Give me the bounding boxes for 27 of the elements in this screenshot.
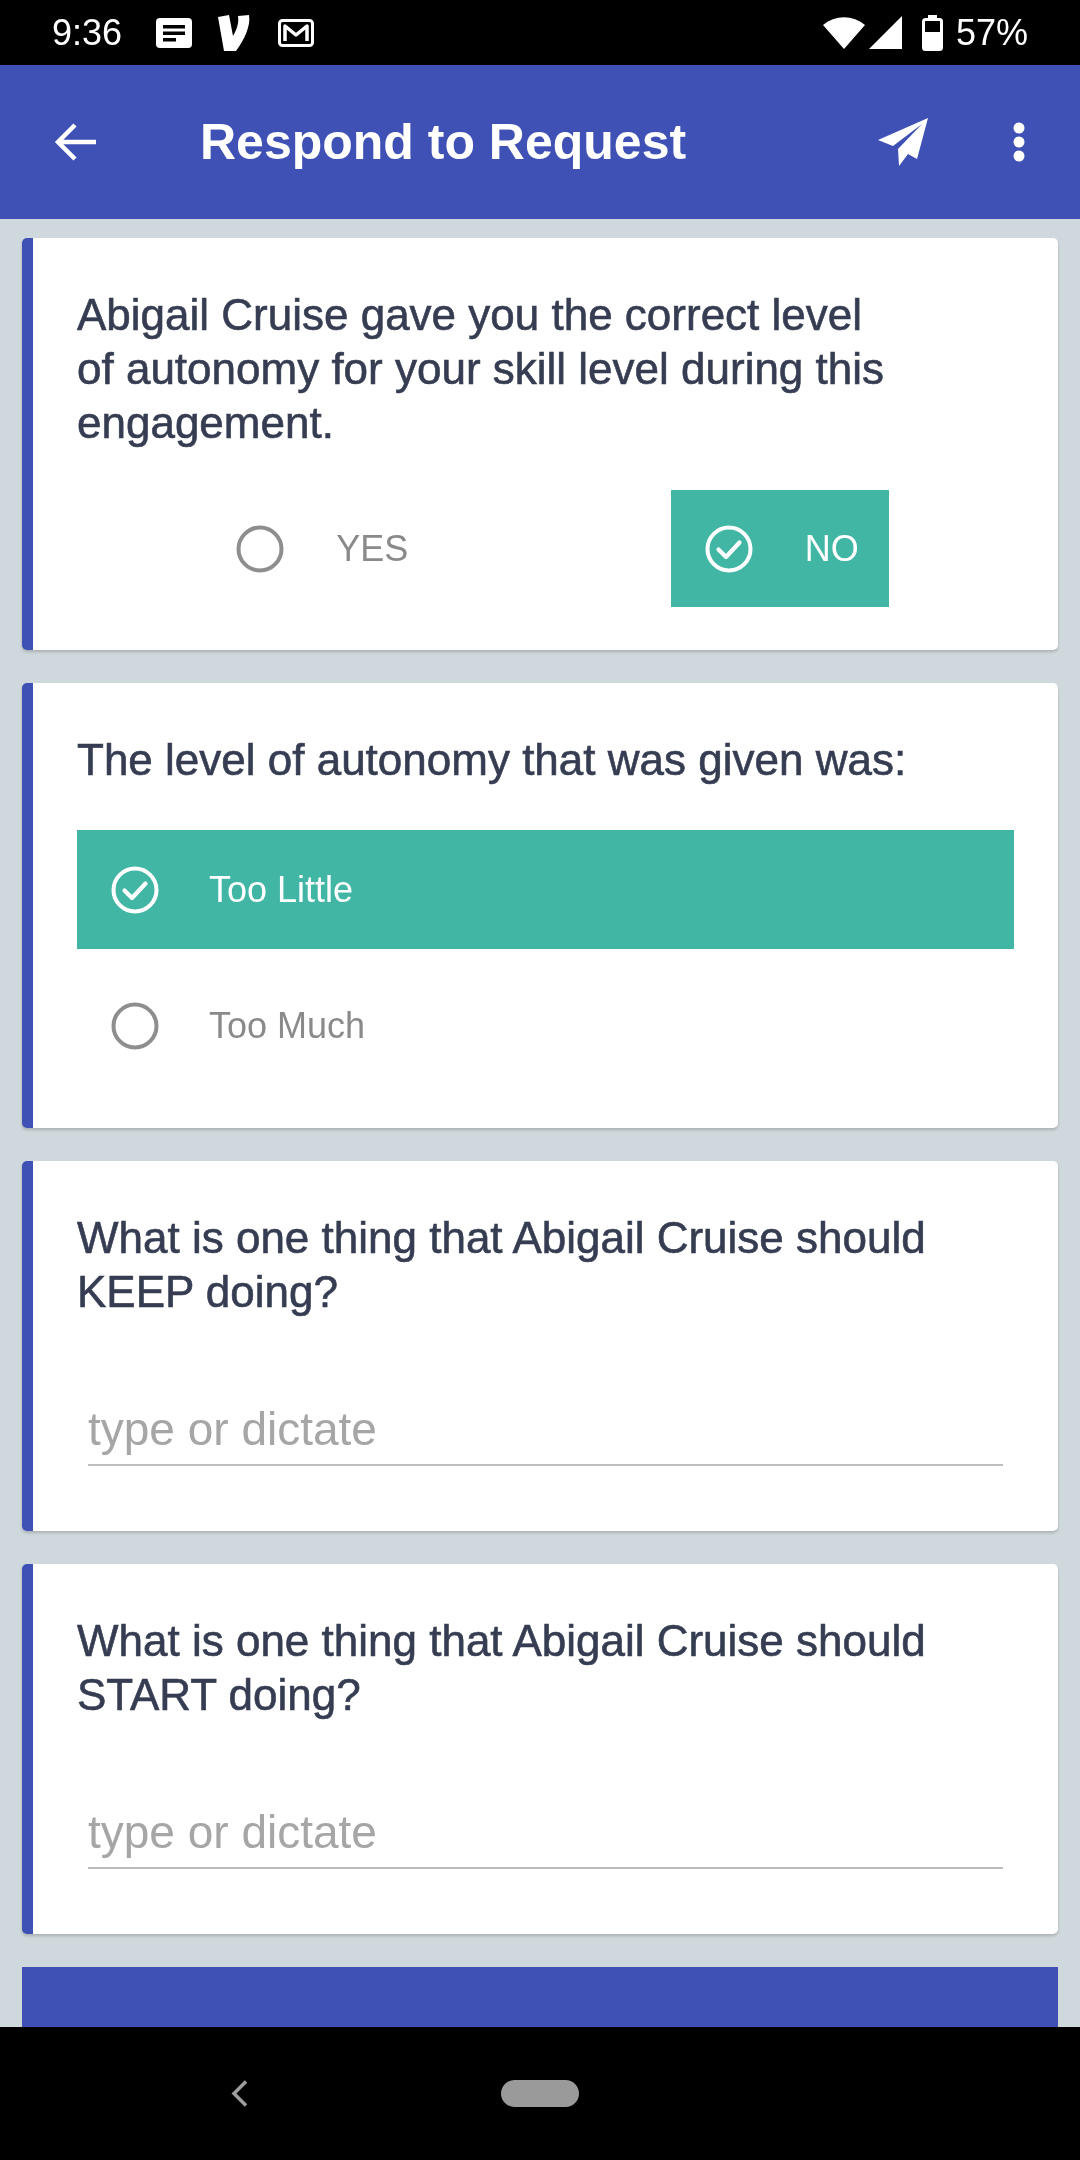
question-text: What is one thing that Abigail Cruise should KEEP doing?: [77, 1212, 927, 1318]
paper-plane-icon[interactable]: [878, 118, 928, 166]
question-text: What is one thing that Abigail Cruise should START doing?: [77, 1615, 927, 1721]
more-icon[interactable]: [1013, 122, 1025, 162]
answer-option[interactable]: YES: [202, 490, 421, 607]
question-text: Abigail Cruise gave you the correct level of autonomy for your skill level during this engagement.: [77, 289, 886, 449]
battery-percent: 57%: [955, 12, 1028, 53]
check-circle-icon: [704, 524, 753, 573]
nav-back-icon[interactable]: [231, 2080, 248, 2107]
mail-icon: [278, 18, 315, 47]
back-icon[interactable]: [54, 122, 98, 162]
radio-icon: [111, 1001, 159, 1050]
check-circle-icon: [111, 865, 159, 914]
answer-field[interactable]: type or dictate: [88, 1394, 1003, 1466]
document-icon: [156, 17, 193, 48]
home-pill-icon[interactable]: [501, 2080, 579, 2107]
answer-option[interactable]: NO: [670, 490, 889, 607]
signal-icon: [868, 16, 902, 49]
radio-icon: [236, 524, 285, 573]
status-time: 9:36: [52, 12, 123, 53]
answer-option[interactable]: Too Much: [77, 966, 1014, 1085]
question-text: The level of autonomy that was given was:: [77, 734, 908, 786]
screen-title: Respond to Request: [200, 113, 687, 171]
wifi-icon: [822, 16, 865, 49]
answer-option[interactable]: Too Little: [77, 830, 1014, 949]
battery-icon: [921, 14, 943, 51]
answer-field[interactable]: type or dictate: [88, 1797, 1003, 1869]
